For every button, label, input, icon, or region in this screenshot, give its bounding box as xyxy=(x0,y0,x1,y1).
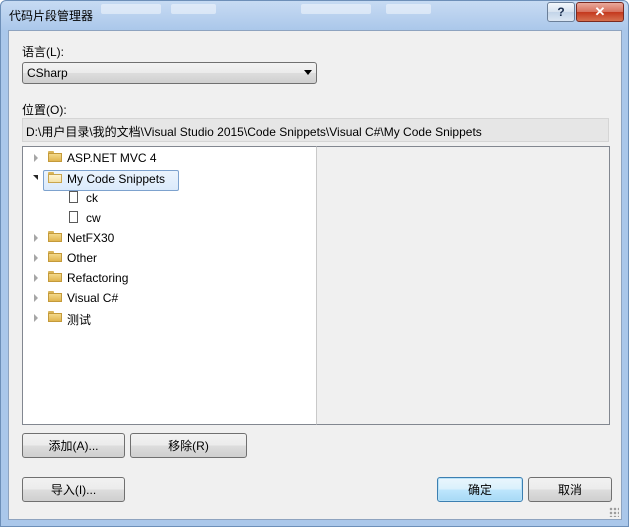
remove-button[interactable]: 移除(R) xyxy=(130,433,247,458)
tree-item[interactable]: Other xyxy=(23,249,313,267)
folder-icon xyxy=(48,251,62,262)
tree-item-label: NetFX30 xyxy=(67,231,115,245)
tree-item[interactable]: NetFX30 xyxy=(23,229,313,247)
expand-arrow-icon[interactable] xyxy=(34,294,38,302)
location-path: D:\用户目录\我的文档\Visual Studio 2015\Code Sni… xyxy=(26,125,482,139)
snippet-file-icon xyxy=(69,191,78,203)
tree-item[interactable]: cw xyxy=(23,209,313,227)
expand-arrow-icon[interactable] xyxy=(34,154,38,162)
snippet-file-icon xyxy=(69,211,78,223)
tree-item[interactable]: Visual C# xyxy=(23,289,313,307)
tree-item-label: Other xyxy=(67,251,98,265)
background-blur xyxy=(301,4,371,14)
location-path-field[interactable]: D:\用户目录\我的文档\Visual Studio 2015\Code Sni… xyxy=(22,118,609,142)
dialog-body: 语言(L): CSharp 位置(O): D:\用户目录\我的文档\Visual… xyxy=(8,30,622,520)
expand-arrow-icon[interactable] xyxy=(34,274,38,282)
background-blur xyxy=(171,4,216,14)
language-selected-value: CSharp xyxy=(27,66,68,80)
ok-button[interactable]: 确定 xyxy=(437,477,523,502)
language-select[interactable]: CSharp xyxy=(22,62,317,84)
tree-item[interactable]: 测试 xyxy=(23,309,313,327)
title-bar[interactable]: 代码片段管理器 ? ✕ xyxy=(1,1,628,31)
resize-grip-icon[interactable] xyxy=(609,507,619,517)
snippet-details-pane xyxy=(316,146,610,425)
tree-item[interactable]: ck xyxy=(23,189,313,207)
dialog-window: 代码片段管理器 ? ✕ 语言(L): CSharp 位置(O): D:\用户目录… xyxy=(0,0,629,527)
expand-arrow-icon[interactable] xyxy=(34,234,38,242)
folder-icon xyxy=(48,291,62,302)
folder-open-icon xyxy=(48,172,62,183)
cancel-button[interactable]: 取消 xyxy=(528,477,612,502)
close-button[interactable]: ✕ xyxy=(576,2,624,22)
import-button[interactable]: 导入(I)... xyxy=(22,477,125,502)
window-title: 代码片段管理器 xyxy=(9,9,94,23)
tree-item-label: 测试 xyxy=(67,313,92,327)
chevron-down-icon xyxy=(304,70,312,75)
tree-item[interactable]: Refactoring xyxy=(23,269,313,287)
folder-icon xyxy=(48,231,62,242)
tree-item[interactable]: ASP.NET MVC 4 xyxy=(23,149,313,167)
snippet-tree[interactable]: ASP.NET MVC 4 My Code Snippets ck cw Net… xyxy=(22,146,317,425)
tree-item-selected[interactable]: My Code Snippets xyxy=(23,169,313,191)
folder-icon xyxy=(48,151,62,162)
language-label: 语言(L): xyxy=(22,45,65,59)
background-blur xyxy=(101,4,161,14)
tree-item-label: ASP.NET MVC 4 xyxy=(67,151,157,165)
help-button[interactable]: ? xyxy=(547,2,575,22)
add-button[interactable]: 添加(A)... xyxy=(22,433,125,458)
collapse-arrow-icon[interactable] xyxy=(33,175,38,180)
expand-arrow-icon[interactable] xyxy=(34,254,38,262)
tree-item-label: Visual C# xyxy=(67,291,119,305)
folder-icon xyxy=(48,311,62,322)
tree-item-label: My Code Snippets xyxy=(67,172,166,186)
folder-icon xyxy=(48,271,62,282)
tree-item-label: cw xyxy=(86,211,101,225)
tree-item-label: Refactoring xyxy=(67,271,129,285)
tree-item-label: ck xyxy=(86,191,98,205)
location-label: 位置(O): xyxy=(22,103,67,117)
background-blur xyxy=(386,4,431,14)
expand-arrow-icon[interactable] xyxy=(34,314,38,322)
